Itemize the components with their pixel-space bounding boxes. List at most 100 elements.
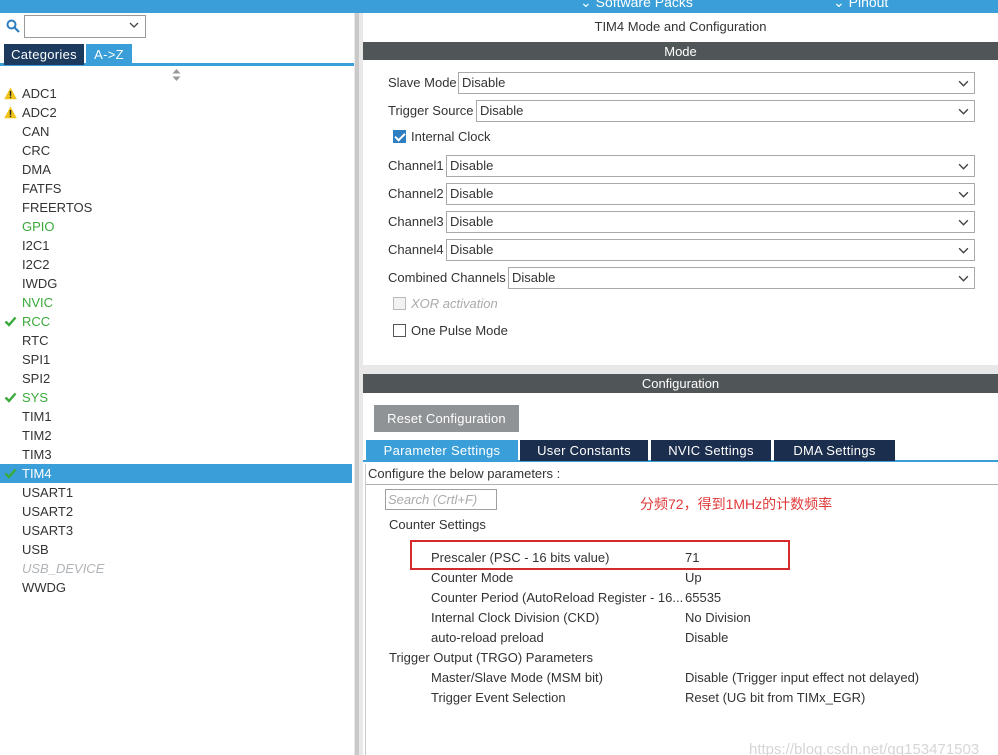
trigger-source-value: Disable	[480, 103, 524, 118]
param-label: Counter Period (AutoReload Register - 16…	[431, 590, 684, 605]
reset-configuration-button[interactable]: Reset Configuration	[374, 405, 519, 432]
sidebar-item-usb-device[interactable]: USB_DEVICE	[0, 559, 352, 578]
counter-settings-group[interactable]: Counter Settings	[389, 517, 486, 532]
sidebar-item-iwdg[interactable]: IWDG	[0, 274, 352, 293]
sidebar-item-i2c2[interactable]: I2C2	[0, 255, 352, 274]
sidebar-item-spi2[interactable]: SPI2	[0, 369, 352, 388]
sidebar-item-spi1[interactable]: SPI1	[0, 350, 352, 369]
parameter-search-input[interactable]: Search (Crtl+F)	[385, 489, 497, 510]
sidebar-item-freertos[interactable]: FREERTOS	[0, 198, 352, 217]
sidebar-item-label: IWDG	[22, 276, 58, 291]
trigger-source-select[interactable]: Disable	[476, 100, 975, 122]
msm-bit-value[interactable]: Disable (Trigger input effect not delaye…	[685, 670, 919, 685]
one-pulse-mode-box[interactable]	[393, 324, 406, 338]
check-icon	[4, 468, 17, 479]
pinout-menu[interactable]: ⌄ Pinout	[833, 0, 888, 11]
sidebar-item-dma[interactable]: DMA	[0, 160, 352, 179]
sidebar-item-rcc[interactable]: RCC	[0, 312, 352, 331]
auto-reload-preload-value[interactable]: Disable	[685, 630, 728, 645]
clock-division-value[interactable]: No Division	[685, 610, 751, 625]
sidebar-item-usart2[interactable]: USART2	[0, 502, 352, 521]
param-label: Master/Slave Mode (MSM bit)	[431, 670, 603, 685]
parameter-panel: Configure the below parameters : Search …	[365, 464, 998, 755]
peripheral-list: ADC1 ADC2 CAN CRC DMA FATFS FREERTOS GPIO I2C1 I2…	[0, 84, 352, 597]
sidebar-item-label: FATFS	[22, 181, 62, 196]
internal-clock-check-icon[interactable]	[393, 130, 406, 144]
sidebar-item-i2c1[interactable]: I2C1	[0, 236, 352, 255]
software-packs-menu[interactable]: ⌄ Software Packs	[580, 0, 693, 11]
tab-categories[interactable]: Categories	[4, 44, 84, 65]
trgo-parameters-group[interactable]: Trigger Output (TRGO) Parameters	[389, 650, 593, 665]
slave-mode-value: Disable	[462, 75, 506, 90]
page-title: TIM4 Mode and Configuration	[594, 19, 767, 34]
tab-user-constants[interactable]: User Constants	[520, 440, 648, 461]
channel1-select[interactable]: Disable	[446, 155, 975, 177]
sidebar-item-adc1[interactable]: ADC1	[0, 84, 352, 103]
channel3-select[interactable]: Disable	[446, 211, 975, 233]
sidebar-item-gpio[interactable]: GPIO	[0, 217, 352, 236]
sidebar-item-wwdg[interactable]: WWDG	[0, 578, 352, 597]
sidebar-item-fatfs[interactable]: FATFS	[0, 179, 352, 198]
sidebar-item-adc2[interactable]: ADC2	[0, 103, 352, 122]
tab-a-z[interactable]: A->Z	[86, 44, 132, 65]
tab-dma-settings[interactable]: DMA Settings	[774, 440, 895, 461]
sidebar-item-nvic[interactable]: NVIC	[0, 293, 352, 312]
prescaler-value[interactable]: 71	[685, 550, 699, 565]
section-divider	[363, 365, 998, 374]
sidebar-item-tim2[interactable]: TIM2	[0, 426, 352, 445]
channel2-select[interactable]: Disable	[446, 183, 975, 205]
param-label: auto-reload preload	[431, 630, 544, 645]
sidebar-item-tim1[interactable]: TIM1	[0, 407, 352, 426]
one-pulse-mode-checkbox[interactable]: One Pulse Mode	[393, 322, 508, 340]
sidebar-item-crc[interactable]: CRC	[0, 141, 352, 160]
sidebar-tabs: Categories A->Z	[0, 44, 354, 66]
xor-activation-label: XOR activation	[411, 296, 498, 311]
watermark: https://blog.csdn.net/qq153471503	[749, 741, 980, 755]
channel3-label: Channel3	[388, 214, 444, 229]
sidebar-item-label: RTC	[22, 333, 49, 348]
sidebar-item-can[interactable]: CAN	[0, 122, 352, 141]
sidebar-item-label: ADC1	[22, 86, 57, 101]
tab-parameter-settings[interactable]: Parameter Settings	[366, 440, 518, 461]
sort-icon[interactable]	[172, 69, 181, 81]
sidebar-item-usart3[interactable]: USART3	[0, 521, 352, 540]
sidebar-item-sys[interactable]: SYS	[0, 388, 352, 407]
sidebar-item-label: I2C2	[22, 257, 50, 272]
combined-channels-label: Combined Channels	[388, 270, 506, 285]
sidebar-item-label: USB_DEVICE	[22, 561, 105, 576]
counter-period-value[interactable]: 65535	[685, 590, 721, 605]
sidebar-item-label: WWDG	[22, 580, 67, 595]
trigger-event-value[interactable]: Reset (UG bit from TIMx_EGR)	[685, 690, 865, 705]
counter-mode-value[interactable]: Up	[685, 570, 702, 585]
combined-channels-select[interactable]: Disable	[508, 267, 975, 289]
panel-splitter[interactable]	[354, 13, 363, 755]
sidebar-item-label: TIM4	[22, 466, 52, 481]
check-icon	[4, 392, 17, 403]
internal-clock-checkbox[interactable]: Internal Clock	[393, 128, 490, 146]
sidebar-item-label: CRC	[22, 143, 51, 158]
sidebar-item-label: FREERTOS	[22, 200, 93, 215]
chevron-down-icon	[958, 163, 969, 170]
channel4-select[interactable]: Disable	[446, 239, 975, 261]
chevron-down-icon	[958, 191, 969, 198]
configuration-tabs: Parameter Settings User Constants NVIC S…	[363, 440, 998, 462]
sidebar-item-label: GPIO	[22, 219, 55, 234]
sidebar-item-label: DMA	[22, 162, 51, 177]
search-icon[interactable]	[6, 19, 20, 33]
tab-nvic-settings[interactable]: NVIC Settings	[651, 440, 771, 461]
category-search-select[interactable]	[24, 15, 146, 38]
slave-mode-select[interactable]: Disable	[458, 72, 975, 94]
sidebar-item-usb[interactable]: USB	[0, 540, 352, 559]
sidebar-item-label: TIM3	[22, 447, 52, 462]
sidebar-item-tim4[interactable]: TIM4	[0, 464, 352, 483]
combined-channels-value: Disable	[512, 270, 556, 285]
sidebar-item-usart1[interactable]: USART1	[0, 483, 352, 502]
sidebar-item-tim3[interactable]: TIM3	[0, 445, 352, 464]
channel4-value: Disable	[450, 242, 494, 257]
sidebar-item-rtc[interactable]: RTC	[0, 331, 352, 350]
configuration-header: Configuration	[363, 374, 998, 393]
sidebar-item-label: ADC2	[22, 105, 57, 120]
warning-icon	[4, 87, 17, 100]
right-panel: TIM4 Mode and Configuration Mode Slave M…	[363, 13, 998, 755]
channel1-label: Channel1	[388, 158, 444, 173]
